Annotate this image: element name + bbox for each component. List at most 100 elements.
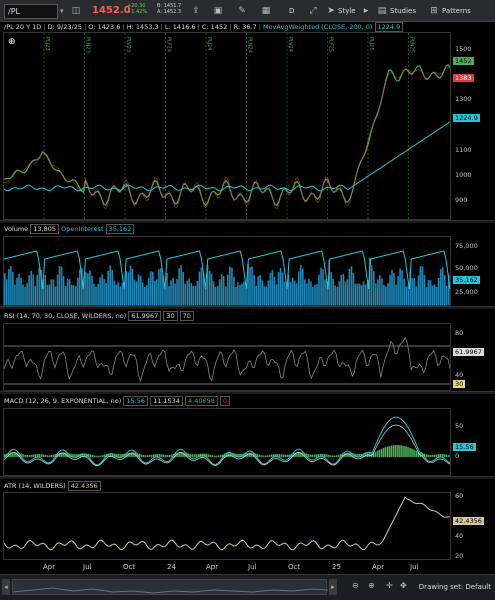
crosshair-icon[interactable]: ✛ xyxy=(386,581,393,590)
ma-tag: 1224.9 xyxy=(453,114,480,122)
macd-histogram-bar xyxy=(425,454,428,457)
bar-close: C: 1452 xyxy=(201,23,228,31)
volume-bar xyxy=(322,269,324,305)
volume-bar xyxy=(261,280,264,305)
timeline-navigator[interactable] xyxy=(12,579,329,595)
study-label[interactable]: MovAvgWeighted (CLOSE, 200, 0) xyxy=(263,23,372,31)
symbol-input[interactable]: /PL xyxy=(4,4,58,19)
link-icon[interactable]: ◫ xyxy=(70,6,82,16)
symbol-period: /PL 20 Y 1D xyxy=(4,23,42,31)
macd-panel[interactable] xyxy=(3,408,451,476)
volume-bar xyxy=(220,274,223,305)
volume-bar xyxy=(115,284,118,305)
panel-divider[interactable] xyxy=(0,306,495,309)
bar-low: L: 1416.6 xyxy=(164,23,196,31)
style-button[interactable]: Style xyxy=(338,7,356,15)
volume-bar xyxy=(259,275,261,305)
volume-bar xyxy=(20,277,22,305)
rsi-title[interactable]: RSI (14, 70, 30, CLOSE, WILDERS, no) xyxy=(4,312,126,320)
volume-bar xyxy=(289,281,292,305)
oi-value: 35,162 xyxy=(105,224,135,234)
macd-histogram-bar xyxy=(120,454,122,457)
studies-button[interactable]: Studies xyxy=(390,7,416,15)
rsi-chart xyxy=(4,336,450,385)
drawing-set[interactable]: Drawing set: Default xyxy=(419,583,491,591)
panel-divider[interactable] xyxy=(0,391,495,394)
price-panel[interactable]: ⊕ PLJ23 PLN23 PLV23 PLF24 PLJ24 PLN24 PLV24 PLF… xyxy=(3,32,451,220)
contract-roll-label: PLJ24 xyxy=(206,37,212,51)
macd-histogram-bar xyxy=(411,448,413,457)
aggregation-d[interactable]: D xyxy=(289,7,294,15)
volume-bar xyxy=(184,283,186,305)
oi-label[interactable]: OpenInterest xyxy=(61,225,103,233)
panel-divider[interactable] xyxy=(0,476,495,479)
zoom-in-icon[interactable]: ⊕ xyxy=(368,581,375,590)
zoom-out-icon[interactable]: ⊖ xyxy=(352,581,359,590)
scroll-right-icon[interactable]: ▸ xyxy=(329,579,337,595)
volume-bar xyxy=(435,286,438,305)
panel-divider[interactable] xyxy=(0,220,495,223)
macd-histogram-bar xyxy=(32,454,35,457)
volume-panel[interactable] xyxy=(3,236,451,306)
volume-bar xyxy=(277,272,280,305)
volume-bar xyxy=(332,278,334,305)
macd-histogram-bar xyxy=(40,454,43,457)
pan-icon[interactable]: ✥ xyxy=(400,581,407,590)
macd-histogram-bar xyxy=(278,454,281,457)
studies-icon[interactable]: ▤ xyxy=(376,6,388,16)
scroll-left-icon[interactable]: ◂ xyxy=(2,579,10,595)
y-label: 60 xyxy=(455,492,464,500)
volume-bar xyxy=(135,281,138,305)
rsi-value: 61.9967 xyxy=(128,311,162,321)
volume-bar xyxy=(395,284,397,305)
cursor-icon[interactable]: ▸ xyxy=(360,6,372,16)
net-change: +20.30 +1.42% xyxy=(127,3,147,15)
volume-bar xyxy=(399,268,401,305)
x-label: Oct xyxy=(123,563,136,571)
macd-histogram-bar xyxy=(287,454,289,457)
drawing-icon[interactable]: ✎ xyxy=(236,6,248,16)
y-label: 50,000 xyxy=(455,264,478,272)
volume-bar xyxy=(85,272,87,305)
macd-histogram-bar xyxy=(285,454,287,457)
volume-bar xyxy=(304,279,306,305)
volume-bar xyxy=(133,279,136,305)
volume-bar xyxy=(174,283,176,305)
x-label: Apr xyxy=(206,563,219,571)
volume-bar xyxy=(139,276,142,305)
volume-bar xyxy=(385,286,387,305)
volume-bar xyxy=(48,284,51,305)
volume-bar xyxy=(237,282,239,305)
macd-chart xyxy=(4,416,450,467)
volume-bar xyxy=(308,278,310,305)
volume-bar xyxy=(188,278,191,305)
zoom-icon[interactable]: ⤢ xyxy=(307,6,319,16)
volume-bar xyxy=(91,275,93,305)
patterns-button[interactable]: Patterns xyxy=(442,7,471,15)
rsi-os: 70 xyxy=(179,311,194,321)
rsi-panel[interactable] xyxy=(3,323,451,391)
share-icon[interactable]: ⇪ xyxy=(190,6,202,16)
grid-icon[interactable]: ▦ xyxy=(260,6,272,16)
patterns-icon[interactable]: ⊞ xyxy=(428,6,440,16)
macd-histogram-bar xyxy=(395,445,397,457)
camera-icon[interactable]: ▣ xyxy=(212,6,224,16)
volume-value: 13,805 xyxy=(30,224,60,234)
volume-bar xyxy=(28,275,30,305)
style-icon[interactable]: ➤ xyxy=(325,6,337,16)
bid-ask: B: 1451.7 A: 1452.3 xyxy=(157,3,181,15)
volume-bar xyxy=(107,270,109,305)
macd-histogram-bar xyxy=(195,454,197,457)
volume-bar xyxy=(393,273,395,305)
volume-bar xyxy=(245,286,247,305)
volume-bar xyxy=(271,270,274,305)
atr-title[interactable]: ATR (14, WILDERS) xyxy=(4,482,66,490)
volume-title[interactable]: Volume xyxy=(4,225,28,233)
macd-title[interactable]: MACD (12, 26, 9, EXPONENTIAL, no) xyxy=(4,397,121,405)
chevron-down-icon[interactable]: ▾ xyxy=(60,7,64,15)
volume-bar xyxy=(26,283,28,305)
atr-panel[interactable] xyxy=(3,492,451,560)
volume-bar xyxy=(154,281,156,305)
volume-bar xyxy=(225,286,227,305)
last-price-tag: 1452 xyxy=(453,57,474,65)
